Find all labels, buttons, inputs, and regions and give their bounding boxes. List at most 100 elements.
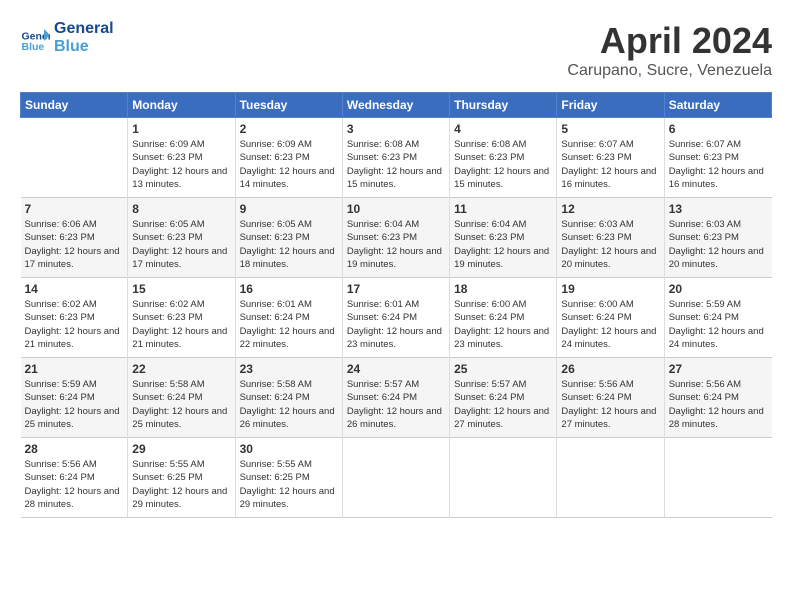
day-number: 12 bbox=[561, 202, 659, 216]
day-number: 16 bbox=[240, 282, 338, 296]
day-number: 1 bbox=[132, 122, 230, 136]
day-number: 29 bbox=[132, 442, 230, 456]
day-header-tuesday: Tuesday bbox=[235, 93, 342, 118]
day-info: Sunrise: 6:04 AM Sunset: 6:23 PM Dayligh… bbox=[347, 218, 445, 271]
day-info: Sunrise: 6:02 AM Sunset: 6:23 PM Dayligh… bbox=[132, 298, 230, 351]
day-number: 24 bbox=[347, 362, 445, 376]
day-info: Sunrise: 5:56 AM Sunset: 6:24 PM Dayligh… bbox=[561, 378, 659, 431]
logo-text: General Blue bbox=[54, 20, 114, 55]
day-number: 5 bbox=[561, 122, 659, 136]
calendar-cell bbox=[664, 438, 771, 518]
calendar-cell: 23Sunrise: 5:58 AM Sunset: 6:24 PM Dayli… bbox=[235, 358, 342, 438]
location: Carupano, Sucre, Venezuela bbox=[567, 62, 772, 80]
day-number: 3 bbox=[347, 122, 445, 136]
calendar-cell: 30 Sunrise: 5:55 AM Sunset: 6:25 PM Dayli… bbox=[235, 438, 342, 518]
day-number: 8 bbox=[132, 202, 230, 216]
day-info: Sunrise: 6:02 AM Sunset: 6:23 PM Dayligh… bbox=[25, 298, 124, 351]
day-info: Sunrise: 5:59 AM Sunset: 6:24 PM Dayligh… bbox=[25, 378, 124, 431]
day-number: 7 bbox=[25, 202, 124, 216]
day-info: Sunrise: 6:03 AM Sunset: 6:23 PM Dayligh… bbox=[669, 218, 768, 271]
logo-general: General bbox=[54, 20, 114, 38]
day-info: Sunrise: 5:55 AM Sunset: 6:25 PM Dayligh… bbox=[240, 458, 338, 511]
calendar-cell: 7 Sunrise: 6:06 AM Sunset: 6:23 PM Daylig… bbox=[21, 198, 128, 278]
calendar-table: SundayMondayTuesdayWednesdayThursdayFrid… bbox=[20, 92, 772, 518]
page-header: General Blue General Blue April 2024 Car… bbox=[20, 20, 772, 80]
svg-text:Blue: Blue bbox=[22, 41, 45, 53]
calendar-cell: 11 Sunrise: 6:04 AM Sunset: 6:23 PM Dayli… bbox=[450, 198, 557, 278]
calendar-cell: 12 Sunrise: 6:03 AM Sunset: 6:23 PM Dayli… bbox=[557, 198, 664, 278]
day-header-sunday: Sunday bbox=[21, 93, 128, 118]
day-number: 15 bbox=[132, 282, 230, 296]
day-number: 30 bbox=[240, 442, 338, 456]
calendar-cell: 22Sunrise: 5:58 AM Sunset: 6:24 PM Dayli… bbox=[128, 358, 235, 438]
calendar-cell: 16 Sunrise: 6:01 AM Sunset: 6:24 PM Dayli… bbox=[235, 278, 342, 358]
calendar-cell bbox=[342, 438, 449, 518]
day-info: Sunrise: 6:06 AM Sunset: 6:23 PM Dayligh… bbox=[25, 218, 124, 271]
day-info: Sunrise: 5:56 AM Sunset: 6:24 PM Dayligh… bbox=[669, 378, 768, 431]
week-row-2: 7 Sunrise: 6:06 AM Sunset: 6:23 PM Daylig… bbox=[21, 198, 772, 278]
month-title: April 2024 bbox=[567, 20, 772, 62]
calendar-cell: 24 Sunrise: 5:57 AM Sunset: 6:24 PM Dayli… bbox=[342, 358, 449, 438]
day-number: 9 bbox=[240, 202, 338, 216]
day-info: Sunrise: 6:04 AM Sunset: 6:23 PM Dayligh… bbox=[454, 218, 552, 271]
day-number: 28 bbox=[25, 442, 124, 456]
day-info: Sunrise: 5:57 AM Sunset: 6:24 PM Dayligh… bbox=[347, 378, 445, 431]
calendar-cell: 3Sunrise: 6:08 AM Sunset: 6:23 PM Daylig… bbox=[342, 118, 449, 198]
calendar-cell: 15 Sunrise: 6:02 AM Sunset: 6:23 PM Dayli… bbox=[128, 278, 235, 358]
day-number: 21 bbox=[25, 362, 124, 376]
title-block: April 2024 Carupano, Sucre, Venezuela bbox=[567, 20, 772, 80]
day-header-saturday: Saturday bbox=[664, 93, 771, 118]
day-info: Sunrise: 5:58 AM Sunset: 6:24 PM Dayligh… bbox=[240, 378, 338, 431]
day-number: 25 bbox=[454, 362, 552, 376]
calendar-cell bbox=[450, 438, 557, 518]
day-info: Sunrise: 6:01 AM Sunset: 6:24 PM Dayligh… bbox=[347, 298, 445, 351]
day-header-thursday: Thursday bbox=[450, 93, 557, 118]
day-number: 4 bbox=[454, 122, 552, 136]
calendar-header-row: SundayMondayTuesdayWednesdayThursdayFrid… bbox=[21, 93, 772, 118]
calendar-cell: 10 Sunrise: 6:04 AM Sunset: 6:23 PM Dayli… bbox=[342, 198, 449, 278]
calendar-cell: 18 Sunrise: 6:00 AM Sunset: 6:24 PM Dayli… bbox=[450, 278, 557, 358]
day-number: 10 bbox=[347, 202, 445, 216]
calendar-cell: 1Sunrise: 6:09 AM Sunset: 6:23 PM Daylig… bbox=[128, 118, 235, 198]
logo-icon: General Blue bbox=[20, 23, 50, 53]
calendar-cell: 20 Sunrise: 5:59 AM Sunset: 6:24 PM Dayli… bbox=[664, 278, 771, 358]
day-number: 26 bbox=[561, 362, 659, 376]
day-header-monday: Monday bbox=[128, 93, 235, 118]
week-row-4: 21 Sunrise: 5:59 AM Sunset: 6:24 PM Dayli… bbox=[21, 358, 772, 438]
day-number: 18 bbox=[454, 282, 552, 296]
day-info: Sunrise: 6:05 AM Sunset: 6:23 PM Dayligh… bbox=[132, 218, 230, 271]
calendar-cell: 14Sunrise: 6:02 AM Sunset: 6:23 PM Dayli… bbox=[21, 278, 128, 358]
calendar-cell bbox=[21, 118, 128, 198]
day-info: Sunrise: 6:00 AM Sunset: 6:24 PM Dayligh… bbox=[454, 298, 552, 351]
calendar-cell: 29Sunrise: 5:55 AM Sunset: 6:25 PM Dayli… bbox=[128, 438, 235, 518]
week-row-1: 1Sunrise: 6:09 AM Sunset: 6:23 PM Daylig… bbox=[21, 118, 772, 198]
calendar-cell: 27 Sunrise: 5:56 AM Sunset: 6:24 PM Dayli… bbox=[664, 358, 771, 438]
day-number: 27 bbox=[669, 362, 768, 376]
calendar-cell: 21 Sunrise: 5:59 AM Sunset: 6:24 PM Dayli… bbox=[21, 358, 128, 438]
day-info: Sunrise: 5:57 AM Sunset: 6:24 PM Dayligh… bbox=[454, 378, 552, 431]
day-info: Sunrise: 6:08 AM Sunset: 6:23 PM Dayligh… bbox=[454, 138, 552, 191]
calendar-cell: 17 Sunrise: 6:01 AM Sunset: 6:24 PM Dayli… bbox=[342, 278, 449, 358]
day-info: Sunrise: 6:03 AM Sunset: 6:23 PM Dayligh… bbox=[561, 218, 659, 271]
day-number: 20 bbox=[669, 282, 768, 296]
calendar-cell: 9Sunrise: 6:05 AM Sunset: 6:23 PM Daylig… bbox=[235, 198, 342, 278]
day-info: Sunrise: 6:07 AM Sunset: 6:23 PM Dayligh… bbox=[669, 138, 768, 191]
day-header-friday: Friday bbox=[557, 93, 664, 118]
day-info: Sunrise: 5:56 AM Sunset: 6:24 PM Dayligh… bbox=[25, 458, 124, 511]
day-info: Sunrise: 6:07 AM Sunset: 6:23 PM Dayligh… bbox=[561, 138, 659, 191]
logo-blue: Blue bbox=[54, 38, 114, 56]
calendar-cell bbox=[557, 438, 664, 518]
day-number: 6 bbox=[669, 122, 768, 136]
week-row-3: 14Sunrise: 6:02 AM Sunset: 6:23 PM Dayli… bbox=[21, 278, 772, 358]
day-number: 17 bbox=[347, 282, 445, 296]
page-container: General Blue General Blue April 2024 Car… bbox=[0, 0, 792, 612]
logo: General Blue General Blue bbox=[20, 20, 114, 55]
calendar-cell: 13 Sunrise: 6:03 AM Sunset: 6:23 PM Dayli… bbox=[664, 198, 771, 278]
day-number: 13 bbox=[669, 202, 768, 216]
day-info: Sunrise: 6:01 AM Sunset: 6:24 PM Dayligh… bbox=[240, 298, 338, 351]
day-number: 11 bbox=[454, 202, 552, 216]
day-info: Sunrise: 5:59 AM Sunset: 6:24 PM Dayligh… bbox=[669, 298, 768, 351]
day-header-wednesday: Wednesday bbox=[342, 93, 449, 118]
calendar-cell: 26 Sunrise: 5:56 AM Sunset: 6:24 PM Dayli… bbox=[557, 358, 664, 438]
day-number: 22 bbox=[132, 362, 230, 376]
